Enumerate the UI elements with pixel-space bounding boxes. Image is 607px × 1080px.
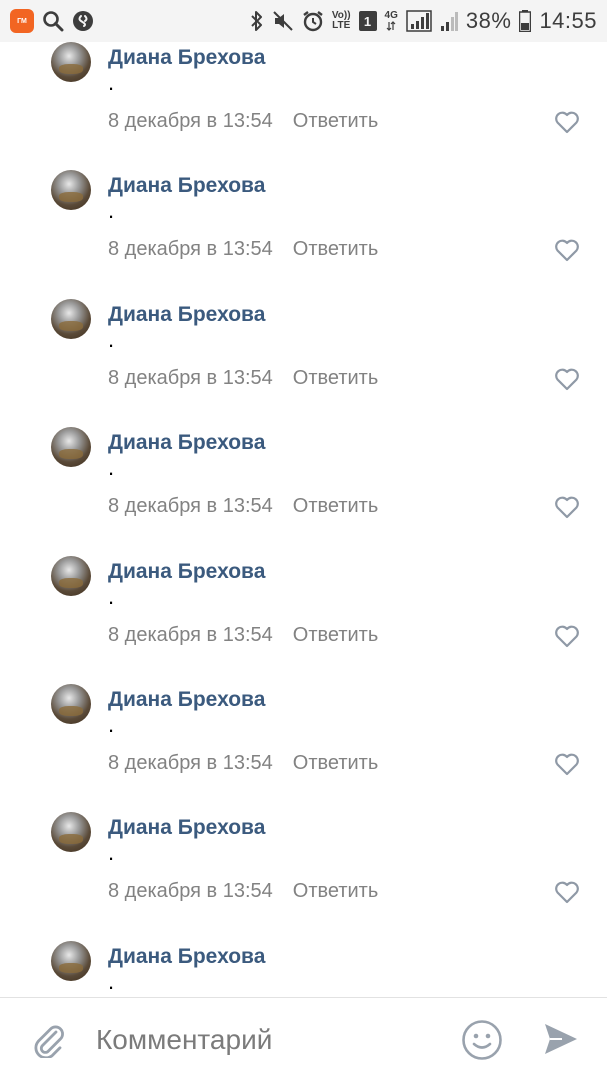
clock: 14:55 [539, 8, 597, 33]
avatar[interactable] [51, 427, 91, 468]
comment-text: . [108, 711, 115, 737]
status-bar: ГМ Vo)) LTE 1 4G 38% 14:55 [0, 0, 607, 42]
comment-date: 8 декабря в 13:54 [108, 880, 273, 903]
network-type-indicator: 4G [385, 11, 398, 31]
shazam-icon [72, 10, 94, 32]
volte-indicator: Vo)) LTE [332, 11, 351, 31]
comment-item: Диана Брехова . 8 декабря в 13:54 Ответи… [0, 42, 607, 170]
heart-icon[interactable] [554, 880, 580, 904]
alarm-icon [302, 10, 324, 32]
network-type-text: 4G [384, 10, 398, 21]
comment-date: 8 декабря в 13:54 [108, 495, 273, 518]
reply-button[interactable]: Ответить [293, 238, 379, 261]
app-badge-text: ГМ [17, 17, 27, 25]
status-left: ГМ [10, 9, 94, 33]
heart-icon[interactable] [554, 495, 580, 519]
comment-text: . [108, 198, 115, 224]
reply-button[interactable]: Ответить [293, 880, 379, 903]
heart-icon[interactable] [554, 624, 580, 648]
reply-button[interactable]: Ответить [293, 624, 379, 647]
comment-date: 8 декабря в 13:54 [108, 623, 273, 646]
send-icon[interactable] [542, 1020, 580, 1058]
comment-author[interactable]: Диана Брехова [108, 688, 265, 712]
comment-meta: 8 декабря в 13:54 Ответить [108, 495, 378, 518]
comment-date: 8 декабря в 13:54 [108, 110, 273, 132]
data-arrows-icon [386, 21, 396, 31]
comment-text: . [108, 840, 115, 866]
heart-icon[interactable] [554, 752, 580, 776]
comment-author[interactable]: Диана Брехова [108, 560, 265, 584]
avatar[interactable] [51, 298, 91, 339]
comment-author[interactable]: Диана Брехова [108, 945, 265, 969]
comment-item: Диана Брехова . [0, 940, 607, 998]
comment-input[interactable] [96, 1020, 436, 1060]
avatar[interactable] [51, 940, 91, 981]
comment-author[interactable]: Диана Брехова [108, 431, 265, 455]
reply-button[interactable]: Ответить [293, 495, 379, 518]
paperclip-icon[interactable] [30, 1020, 66, 1058]
avatar[interactable] [51, 812, 91, 853]
comment-author[interactable]: Диана Брехова [108, 46, 265, 70]
signal-strength-icon [406, 10, 432, 32]
comment-meta: 8 декабря в 13:54 Ответить [108, 367, 378, 390]
app-notification-icon: ГМ [10, 9, 34, 33]
signal-strength-2-icon [440, 10, 458, 32]
avatar[interactable] [51, 42, 91, 82]
reply-button[interactable]: Ответить [293, 367, 379, 390]
sim-indicator: 1 [358, 11, 377, 31]
comment-meta: 8 декабря в 13:54 Ответить [108, 880, 378, 903]
heart-icon[interactable] [554, 367, 580, 391]
reply-button[interactable]: Ответить [293, 752, 379, 775]
smiley-icon[interactable] [461, 1019, 503, 1061]
status-right: Vo)) LTE 1 4G 38% 14:55 [250, 8, 597, 34]
comment-text: . [108, 70, 115, 95]
comment-item: Диана Брехова . 8 декабря в 13:54 Ответи… [0, 427, 607, 555]
mute-icon [272, 10, 294, 32]
comment-item: Диана Брехова . 8 декабря в 13:54 Ответи… [0, 298, 607, 427]
comment-text: . [108, 583, 115, 609]
comment-item: Диана Брехова . 8 декабря в 13:54 Ответи… [0, 555, 607, 684]
comment-author[interactable]: Диана Брехова [108, 303, 265, 327]
comment-author[interactable]: Диана Брехова [108, 816, 265, 840]
comment-item: Диана Брехова . 8 декабря в 13:54 Ответи… [0, 170, 607, 298]
comment-date: 8 декабря в 13:54 [108, 366, 273, 389]
comment-meta: 8 декабря в 13:54 Ответить [108, 110, 378, 133]
comment-item: Диана Брехова . 8 декабря в 13:54 Ответи… [0, 683, 607, 812]
comment-text: . [108, 455, 115, 481]
bluetooth-icon [250, 10, 264, 32]
comments-feed[interactable]: Диана Брехова . 8 декабря в 13:54 Ответи… [0, 42, 607, 998]
volte-bottom-text: LTE [332, 20, 351, 31]
comment-author[interactable]: Диана Брехова [108, 174, 265, 198]
search-icon [42, 10, 64, 32]
avatar[interactable] [51, 170, 91, 211]
heart-icon[interactable] [554, 110, 580, 134]
battery-percent: 38% [465, 8, 512, 33]
comment-text: . [108, 326, 115, 352]
comment-meta: 8 декабря в 13:54 Ответить [108, 752, 378, 775]
comment-composer [0, 998, 607, 1080]
avatar[interactable] [51, 555, 91, 596]
comment-item: Диана Брехова . 8 декабря в 13:54 Ответи… [0, 812, 607, 940]
comment-meta: 8 декабря в 13:54 Ответить [108, 624, 378, 647]
comment-meta: 8 декабря в 13:54 Ответить [108, 238, 378, 261]
avatar[interactable] [51, 683, 91, 724]
heart-icon[interactable] [554, 238, 580, 262]
comment-date: 8 декабря в 13:54 [108, 751, 273, 774]
reply-button[interactable]: Ответить [293, 110, 379, 133]
battery-icon [519, 10, 532, 32]
comment-text: . [108, 968, 115, 994]
comment-date: 8 декабря в 13:54 [108, 238, 273, 261]
